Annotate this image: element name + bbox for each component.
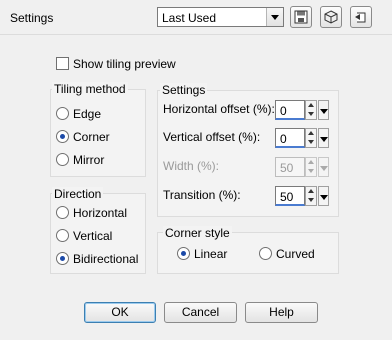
vertical-offset-input[interactable]: 0	[275, 128, 305, 148]
corner-curved-radio[interactable]	[259, 247, 272, 260]
show-tiling-preview-checkbox[interactable]	[56, 57, 69, 70]
direction-title: Direction	[52, 187, 104, 201]
chevron-down-icon[interactable]	[266, 8, 283, 26]
transition-label: Transition (%):	[163, 188, 241, 202]
tiling-mirror-radio[interactable]	[56, 153, 69, 166]
direction-bidirectional-radio[interactable]	[56, 252, 69, 265]
width-label: Width (%):	[163, 159, 220, 173]
settings-group-title: Settings	[160, 83, 208, 97]
horizontal-offset-label: Horizontal offset (%):	[163, 102, 275, 116]
width-spinner: 50	[275, 157, 331, 177]
save-icon	[294, 10, 308, 24]
cube-icon	[324, 10, 338, 24]
chevron-down-icon[interactable]	[318, 186, 329, 206]
corner-linear-radio[interactable]	[177, 247, 190, 260]
direction-bidirectional-label: Bidirectional	[73, 252, 139, 266]
direction-vertical-radio[interactable]	[56, 229, 69, 242]
cancel-button[interactable]: Cancel	[164, 302, 237, 323]
chevron-down-icon[interactable]	[318, 128, 329, 148]
width-input: 50	[275, 157, 305, 177]
transition-input[interactable]: 50	[275, 186, 305, 206]
chevron-down-icon	[318, 157, 329, 177]
direction-horizontal-label: Horizontal	[73, 206, 128, 220]
direction-horizontal-radio[interactable]	[56, 206, 69, 219]
transition-spinner[interactable]: 50	[275, 186, 331, 206]
spin-arrows-icon[interactable]	[305, 128, 317, 148]
chevron-down-icon[interactable]	[318, 100, 329, 120]
corner-linear-label: Linear	[194, 247, 228, 261]
tiling-corner-radio[interactable]	[56, 130, 69, 143]
save-preset-button[interactable]	[290, 6, 312, 28]
help-button[interactable]: Help	[245, 302, 318, 323]
vertical-offset-label: Vertical offset (%):	[163, 130, 261, 144]
vertical-offset-spinner[interactable]: 0	[275, 128, 331, 148]
tiling-mirror-label: Mirror	[73, 153, 105, 167]
reset-preset-button[interactable]	[350, 6, 372, 28]
horizontal-offset-input[interactable]: 0	[275, 100, 305, 120]
corner-curved-label: Curved	[276, 247, 315, 261]
spin-arrows-icon[interactable]	[305, 186, 317, 206]
preset-select[interactable]: Last Used	[157, 7, 284, 27]
tiling-edge-label: Edge	[73, 107, 102, 121]
spin-arrows-icon	[305, 157, 317, 177]
tiling-corner-label: Corner	[73, 130, 110, 144]
direction-vertical-label: Vertical	[73, 229, 113, 243]
spin-arrows-icon[interactable]	[305, 100, 317, 120]
ok-button[interactable]: OK	[84, 302, 156, 323]
settings-label: Settings	[10, 11, 54, 25]
tiling-edge-radio[interactable]	[56, 107, 69, 120]
reset-icon	[355, 12, 366, 23]
manage-presets-button[interactable]	[320, 6, 342, 28]
tiling-method-title: Tiling method	[52, 82, 128, 96]
corner-style-title: Corner style	[163, 226, 232, 240]
horizontal-offset-spinner[interactable]: 0	[275, 100, 331, 120]
preset-value: Last Used	[162, 11, 217, 25]
show-tiling-preview-label: Show tiling preview	[73, 57, 176, 71]
